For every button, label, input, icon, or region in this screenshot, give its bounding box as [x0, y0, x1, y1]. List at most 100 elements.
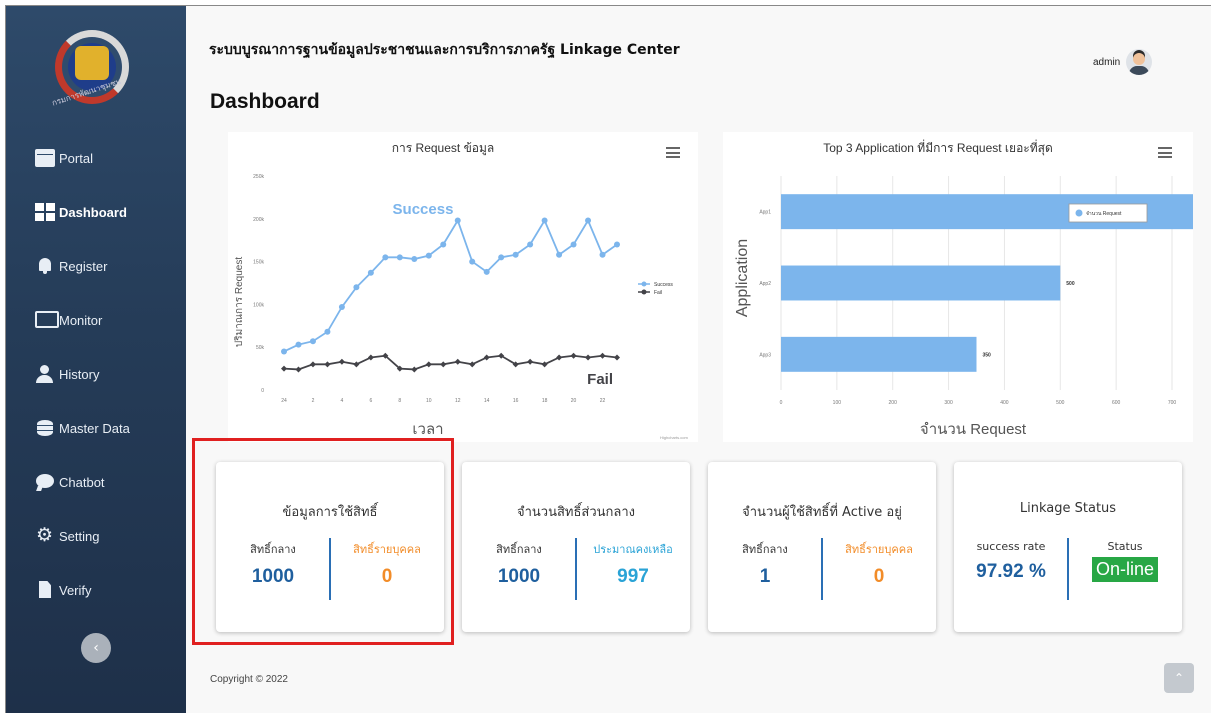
data-point: [382, 254, 389, 261]
data-point: [454, 217, 461, 224]
data-point: [295, 341, 302, 348]
data-point: [483, 354, 490, 361]
data-point: [440, 241, 447, 248]
y-tick-label: 100k: [253, 302, 264, 308]
data-point: [411, 366, 418, 373]
x-tick-label: 10: [426, 398, 432, 404]
line-chart-title: การ Request ข้อมูล: [392, 141, 495, 156]
legend-marker: [641, 281, 647, 287]
sidebar-item-verify[interactable]: Verify: [35, 578, 92, 602]
data-point: [281, 348, 287, 355]
y-tick-label: 200k: [253, 217, 264, 223]
x-tick-label: 400: [1000, 400, 1009, 406]
card-right-value: 997: [617, 566, 649, 587]
bar-chart-svg: Top 3 Application ที่มีการ Request เยอะท…: [734, 139, 1211, 438]
x-tick-label: 2: [312, 398, 315, 404]
data-point: [614, 354, 620, 361]
sidebar-item-monitor[interactable]: Monitor: [35, 308, 102, 332]
card-right-label: Status: [1107, 540, 1143, 553]
data-point: [440, 361, 447, 368]
sidebar-item-dashboard[interactable]: Dashboard: [35, 200, 127, 224]
data-point: [411, 256, 418, 263]
x-tick-label: 600: [1112, 400, 1121, 406]
user-menu[interactable]: admin: [1093, 49, 1153, 75]
sidebar: กรมการพัฒนาชุมชน Portal Dashboard Regist…: [6, 6, 186, 713]
logo-emblem: [75, 46, 109, 80]
data-point: [396, 254, 403, 261]
sidebar-item-portal[interactable]: Portal: [35, 146, 93, 170]
x-tick-label: 200: [889, 400, 898, 406]
sidebar-item-chatbot[interactable]: Chatbot: [35, 470, 105, 494]
data-point: [338, 303, 345, 310]
file-icon: [35, 581, 55, 599]
data-point: [570, 241, 577, 248]
line-chart-legend: Success Fail: [638, 281, 673, 296]
scroll-to-top-button[interactable]: ⌃: [1164, 663, 1194, 693]
data-point: [483, 268, 490, 275]
legend-marker: [641, 289, 647, 295]
bar-chart-ylabel: Application: [734, 239, 751, 317]
data-point: [367, 354, 374, 361]
footer-copyright: Copyright © 2022: [210, 674, 288, 685]
data-point: [585, 354, 592, 361]
y-tick-label: App3: [759, 352, 771, 358]
x-tick-label: 500: [1056, 400, 1065, 406]
monitor-icon: [35, 311, 59, 329]
card-left-value: 1000: [497, 566, 541, 587]
data-point: [541, 217, 548, 224]
bar-app2: [781, 265, 1061, 301]
sidebar-item-label: Setting: [59, 528, 100, 544]
database-icon: [35, 419, 55, 437]
x-tick-label: 300: [944, 400, 953, 406]
x-tick-label: 6: [369, 398, 372, 404]
data-point: [353, 361, 360, 368]
chart-credits: Highcharts.com: [660, 435, 688, 440]
data-point: [309, 361, 316, 368]
data-point: [541, 361, 548, 368]
x-tick-label: 22: [600, 398, 606, 404]
data-point: [338, 358, 345, 365]
data-point: [585, 217, 592, 224]
sidebar-collapse-button[interactable]: ‹: [81, 633, 111, 663]
data-point: [295, 366, 302, 373]
card-title: Linkage Status: [1019, 501, 1117, 516]
line-chart-menu-button[interactable]: [666, 147, 680, 158]
chat-icon: [35, 473, 55, 491]
card-right-value: 0: [873, 566, 885, 587]
card-left-label: success rate: [976, 540, 1046, 553]
legend-label: Success: [654, 282, 673, 288]
sidebar-item-setting[interactable]: Setting: [35, 524, 99, 548]
page-title: Dashboard: [210, 90, 320, 113]
gear-icon: [35, 524, 55, 547]
data-point: [367, 269, 374, 276]
user-icon: [35, 365, 55, 383]
sidebar-item-register[interactable]: Register: [35, 254, 107, 278]
card-left-column: success rate 97.92 %: [954, 540, 1068, 583]
status-badge: On-line: [1091, 557, 1159, 582]
bar-chart-menu-button[interactable]: [1158, 147, 1172, 158]
y-tick-label: App2: [759, 281, 771, 287]
x-tick-label: 700: [1168, 400, 1177, 406]
avatar[interactable]: [1126, 49, 1153, 75]
sidebar-item-history[interactable]: History: [35, 362, 99, 386]
card-title: จำนวนสิทธิ์ส่วนกลาง: [516, 505, 636, 520]
data-point: [512, 251, 519, 258]
top-app-bar-chart: Top 3 Application ที่มีการ Request เยอะท…: [723, 132, 1211, 442]
x-tick-label: 24: [281, 398, 287, 404]
x-tick-label: 4: [341, 398, 344, 404]
data-point: [425, 252, 432, 259]
annotation-success: Success: [393, 201, 454, 218]
data-label: 350: [983, 352, 992, 358]
sidebar-item-master-data[interactable]: Master Data: [35, 416, 130, 440]
data-point: [353, 284, 360, 291]
app-title: ระบบบูรณาการฐานข้อมูลประชาชนและการบริการ…: [209, 42, 680, 58]
card-left-column: สิทธิ์กลาง 1: [708, 540, 822, 588]
sidebar-item-label: History: [59, 366, 100, 382]
data-label: 500: [1066, 281, 1075, 287]
x-tick-label: 8: [398, 398, 401, 404]
data-point: [281, 365, 287, 372]
data-point: [599, 352, 606, 359]
series-line-fail: [283, 354, 618, 371]
data-point: [527, 241, 534, 248]
data-point: [570, 352, 577, 359]
